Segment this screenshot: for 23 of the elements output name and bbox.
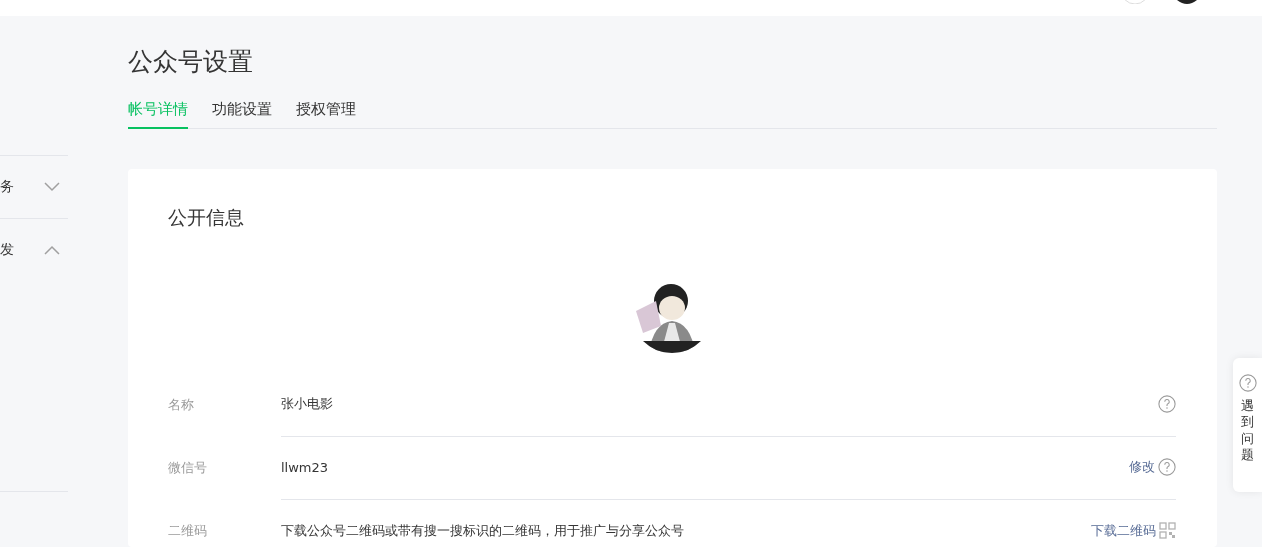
- chevron-up-icon[interactable]: [44, 245, 60, 255]
- help-widget[interactable]: 遇到问题: [1233, 358, 1262, 492]
- field-value: llwm23: [281, 459, 330, 475]
- action-link[interactable]: 下载二维码: [1091, 521, 1156, 540]
- action-link[interactable]: 修改: [1129, 458, 1155, 476]
- chevron-down-icon[interactable]: [44, 182, 60, 192]
- field-label: 名称: [168, 395, 195, 414]
- section-title: 公开信息: [168, 205, 245, 230]
- page-title: 公众号设置: [128, 46, 254, 78]
- help-text: 遇到问题: [1241, 398, 1254, 463]
- tab[interactable]: 授权管理: [296, 100, 356, 129]
- avatar-icon[interactable]: [1175, 0, 1199, 5]
- field-value: 下载公众号二维码或带有搜一搜标识的二维码，用于推广与分享公众号: [281, 521, 685, 540]
- field-label: 二维码: [168, 521, 208, 540]
- tab[interactable]: 功能设置: [212, 100, 272, 129]
- field-label: 微信号: [168, 458, 208, 477]
- field-value: 张小电影: [281, 395, 334, 413]
- help-icon[interactable]: [1158, 458, 1176, 476]
- help-icon[interactable]: [1158, 395, 1176, 413]
- sidebar-item[interactable]: 发: [0, 218, 68, 281]
- help-icon[interactable]: [1238, 374, 1257, 392]
- sidebar-item[interactable]: 务: [0, 155, 68, 218]
- qr-code-icon[interactable]: [1159, 522, 1176, 539]
